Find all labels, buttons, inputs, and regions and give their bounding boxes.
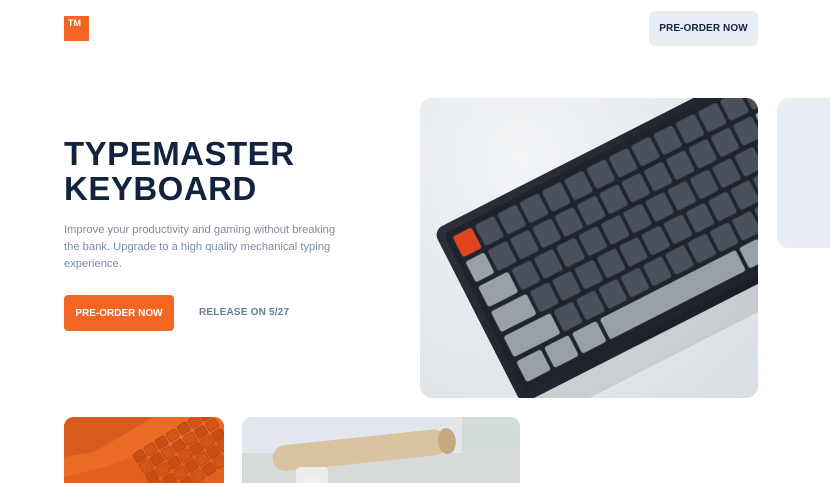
hero-description: Improve your productivity and gaming wit… xyxy=(64,224,336,270)
keyboard-illustration xyxy=(436,98,758,398)
orange-keyboard-image xyxy=(64,417,224,483)
landing-page: TM PRE-ORDER NOW TYPEMASTER KEYBOARD Imp… xyxy=(0,0,830,483)
hero-title-line-2: KEYBOARD xyxy=(64,170,257,207)
desk-workspace-card[interactable] xyxy=(242,417,520,483)
hero-preorder-button[interactable]: PRE-ORDER NOW xyxy=(64,295,174,331)
desk-workspace-image xyxy=(242,417,520,483)
hero-keyboard-image xyxy=(420,98,758,398)
brand-logo[interactable]: TM xyxy=(64,16,89,41)
hero-title-line-1: TYPEMASTER xyxy=(64,135,295,172)
hero-title: TYPEMASTER KEYBOARD xyxy=(64,136,364,206)
side-preview-card xyxy=(777,98,830,248)
header-preorder-button[interactable]: PRE-ORDER NOW xyxy=(649,11,758,46)
release-date-link[interactable]: RELEASE ON 5/27 xyxy=(199,307,289,318)
orange-keyboard-card[interactable] xyxy=(64,417,224,483)
